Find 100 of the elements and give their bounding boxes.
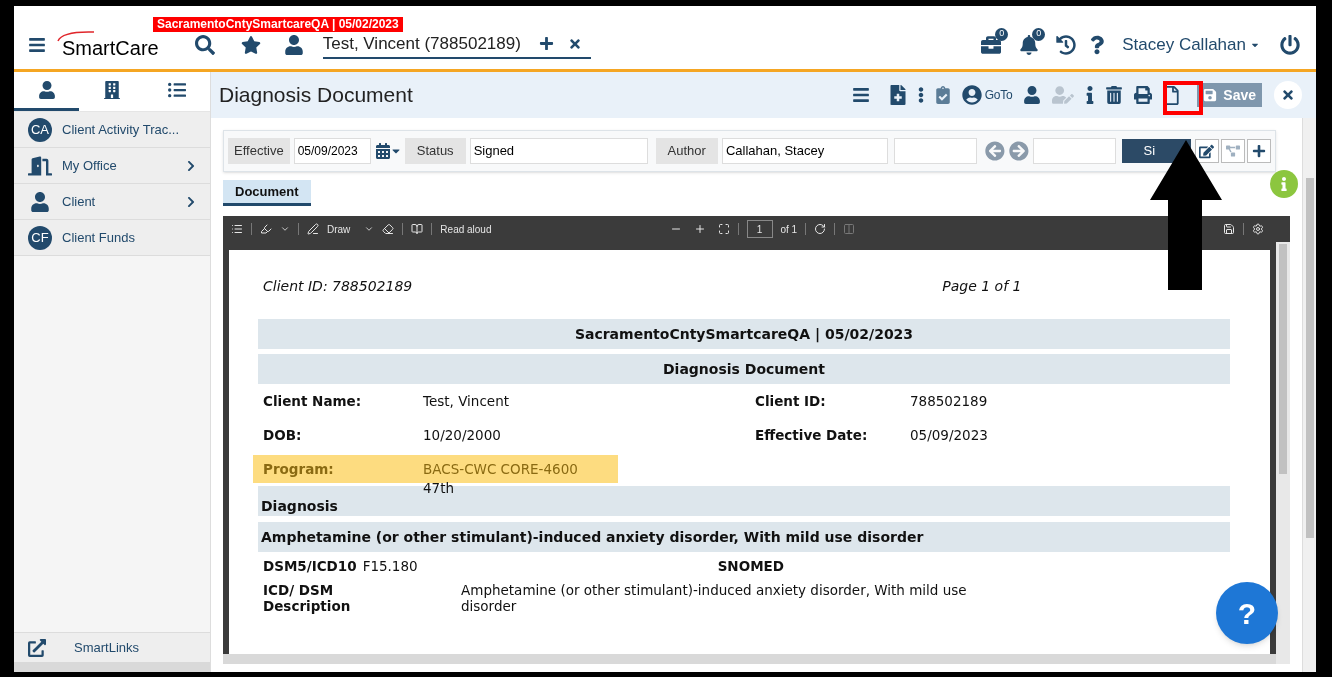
field-label: ICD/ DSM Description xyxy=(263,582,352,614)
field-value: F15.180 xyxy=(362,556,418,576)
document-icon[interactable] xyxy=(1164,85,1180,105)
previous-icon[interactable] xyxy=(985,141,1005,161)
list-icon[interactable] xyxy=(231,223,243,235)
field-value: 788502189 xyxy=(910,391,988,411)
menu-icon[interactable] xyxy=(28,35,46,54)
close-icon xyxy=(1281,88,1295,102)
sidebar-item[interactable]: CF Client Funds xyxy=(14,220,210,256)
save-icon[interactable] xyxy=(1223,223,1235,235)
star-icon[interactable] xyxy=(240,34,261,55)
field-label: DOB: xyxy=(263,425,303,445)
field-value: Amphetamine (or other stimulant)-induced anxiety disorder, With mild use disorder xyxy=(461,582,968,614)
field-value: Test, Vincent xyxy=(423,391,509,411)
save-icon xyxy=(1203,88,1218,102)
pen-icon[interactable] xyxy=(307,223,319,235)
environment-banner: SacramentoCntySmartcareQA | 05/02/2023 xyxy=(153,17,403,32)
client-id-header: Client ID: 788502189 xyxy=(263,277,413,296)
sidebar-item[interactable]: CA Client Activity Trac... xyxy=(14,112,210,148)
field-label: Status xyxy=(404,138,466,164)
field-label: DSM5/ICD10 xyxy=(263,556,357,576)
person-icon[interactable] xyxy=(284,34,303,55)
edit-button[interactable] xyxy=(1195,139,1219,163)
chevron-icon[interactable] xyxy=(364,224,375,234)
person-icon xyxy=(30,191,50,212)
document-banner: SacramentoCntySmartcareQA | 05/02/2023 xyxy=(258,319,1230,349)
document-title: Diagnosis Document xyxy=(258,354,1230,384)
field-label: Effective Date: xyxy=(755,425,869,445)
search-icon[interactable] xyxy=(194,34,215,55)
input-field[interactable] xyxy=(1032,138,1116,164)
close-icon[interactable] xyxy=(567,36,582,51)
page-title: Diagnosis Document xyxy=(219,82,413,109)
rotate-icon[interactable] xyxy=(814,223,827,235)
sidebar-item-label: Client Funds xyxy=(62,228,135,247)
field-label: Client ID: xyxy=(755,391,827,411)
count-badge: 0 xyxy=(1032,27,1046,41)
input-field[interactable] xyxy=(893,138,977,164)
document-tab[interactable]: Document xyxy=(223,180,311,206)
field-value: 05/09/2023 xyxy=(910,425,988,445)
scrollbar-thumb[interactable] xyxy=(1279,244,1287,474)
person-icon xyxy=(37,81,56,99)
briefcase-icon[interactable] xyxy=(980,34,1003,55)
info-icon[interactable] xyxy=(1086,86,1095,104)
initials-avatar: CA xyxy=(28,117,52,142)
power-icon[interactable] xyxy=(1280,34,1300,55)
draw-button[interactable]: Draw xyxy=(327,221,351,237)
sidebar-item-label: My Office xyxy=(62,156,117,175)
bell-icon[interactable] xyxy=(1020,34,1039,55)
person-icon[interactable] xyxy=(1024,86,1041,104)
field-label: Program: xyxy=(263,459,335,479)
eraser-icon[interactable] xyxy=(382,223,395,235)
zoom-in-icon[interactable] xyxy=(693,223,706,235)
sidebar-item[interactable]: Client xyxy=(14,184,210,220)
list-icon xyxy=(167,81,186,99)
status-field[interactable]: Signed xyxy=(469,138,648,164)
author-field[interactable]: Callahan, Stacey xyxy=(721,138,888,164)
client-tab[interactable]: Test, Vincent (788502189) xyxy=(322,30,591,59)
more-icon[interactable] xyxy=(917,86,924,104)
add-button[interactable] xyxy=(1247,139,1271,163)
highlight-frame xyxy=(1163,81,1203,115)
document-plus-icon[interactable] xyxy=(889,85,906,105)
read-aloud-button[interactable]: Read aloud xyxy=(440,221,492,237)
print-icon[interactable] xyxy=(1134,86,1153,104)
date-field[interactable]: 05/09/2023 xyxy=(293,138,371,164)
horizontal-scrollbar[interactable] xyxy=(223,654,1276,664)
horizontal-scrollbar[interactable] xyxy=(14,662,210,672)
logo-swoosh-icon xyxy=(56,28,96,43)
settings-icon[interactable] xyxy=(1252,223,1264,235)
add-icon[interactable] xyxy=(538,36,554,51)
menu-icon[interactable] xyxy=(851,86,870,104)
door-icon xyxy=(28,154,52,177)
chevron-icon[interactable] xyxy=(280,224,290,234)
user-menu[interactable]: Stacey Callahan xyxy=(1122,31,1260,58)
field-label: Author xyxy=(655,138,718,164)
network-icon xyxy=(1226,144,1240,158)
highlighter-icon[interactable] xyxy=(260,223,272,235)
close-button[interactable] xyxy=(1274,81,1302,109)
page-number-field[interactable]: 1 xyxy=(746,220,773,238)
goto-button[interactable]: GoTo xyxy=(984,86,1013,104)
count-badge: 0 xyxy=(995,27,1009,41)
scrollbar-thumb[interactable] xyxy=(1305,178,1314,538)
next-icon[interactable] xyxy=(1008,141,1029,161)
smartcare-logo[interactable]: SmartCare xyxy=(62,32,159,63)
page-count: of 1 xyxy=(780,222,798,237)
edit-icon xyxy=(1199,143,1215,159)
text-view-icon[interactable] xyxy=(411,223,424,235)
field-label: SNOMED xyxy=(717,556,784,576)
clipboard-check-icon[interactable] xyxy=(935,86,950,104)
field-label: Client Name: xyxy=(263,391,363,411)
help-icon[interactable] xyxy=(1090,34,1105,55)
field-value: 10/20/2000 xyxy=(423,425,501,445)
fit-page-icon[interactable] xyxy=(717,223,730,235)
page-view-icon[interactable] xyxy=(843,223,856,235)
trash-icon[interactable] xyxy=(1106,86,1123,104)
initials-avatar: CF xyxy=(28,225,52,250)
calendar-icon[interactable] xyxy=(374,143,391,159)
sidebar-item[interactable]: My Office xyxy=(14,148,210,184)
add-icon xyxy=(1252,144,1266,158)
history-icon[interactable] xyxy=(1056,34,1077,55)
smartlinks-item[interactable]: SmartLinks xyxy=(14,632,210,662)
